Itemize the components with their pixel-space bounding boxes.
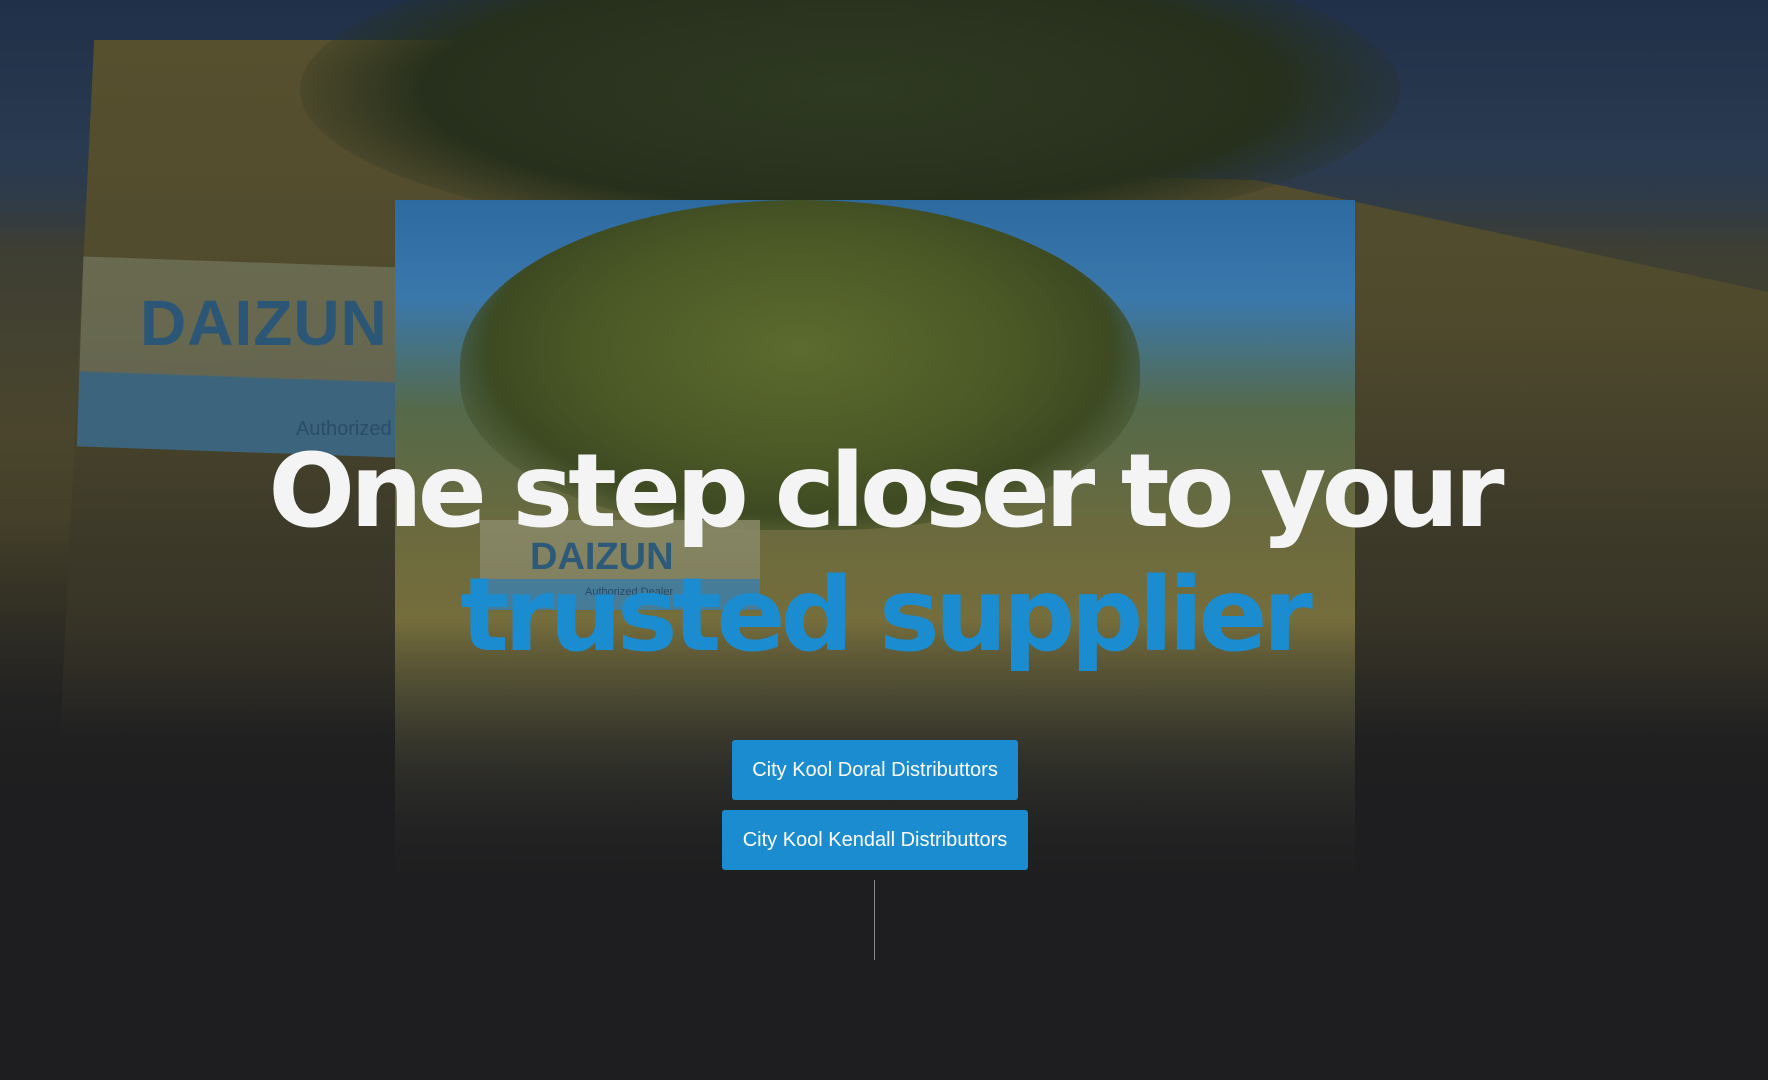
headline-line-1: One step closer to your [268,432,1504,551]
scroll-indicator-line [874,880,875,960]
kendall-distributors-button[interactable]: City Kool Kendall Distributtors [722,810,1028,870]
hero-section: DAIZUN Authorized Dealer DAIZUN Authoriz… [0,0,1768,1080]
hero-headline: One step closer to your trusted supplier [0,430,1768,678]
headline-line-2: trusted supplier [460,556,1313,675]
doral-distributors-button[interactable]: City Kool Doral Distributtors [732,740,1018,800]
background-sign-logo: DAIZUN [140,287,388,359]
